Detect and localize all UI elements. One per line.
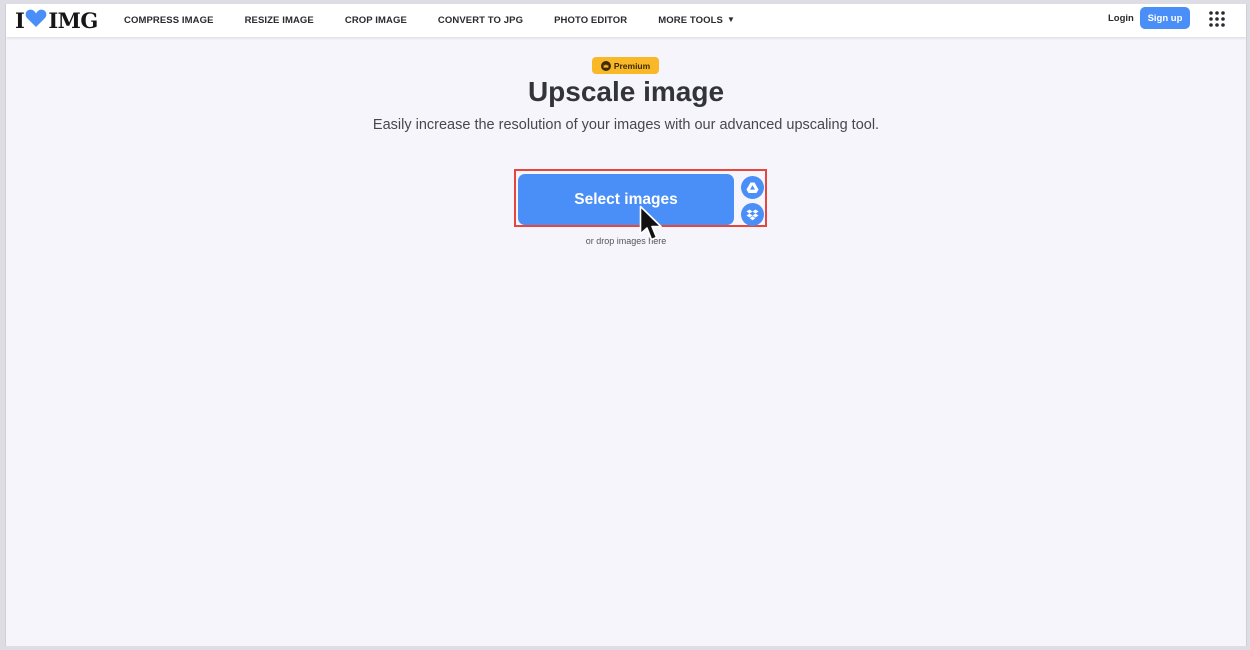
login-link[interactable]: Login bbox=[1108, 13, 1134, 24]
nav-more-tools[interactable]: MORE TOOLS ▼ bbox=[658, 15, 735, 26]
premium-badge-label: Premium bbox=[613, 60, 651, 71]
signup-button[interactable]: Sign up bbox=[1140, 7, 1190, 29]
page-subtitle: Easily increase the resolution of your i… bbox=[372, 117, 880, 133]
heart-icon bbox=[25, 8, 47, 33]
nav-resize-image[interactable]: RESIZE IMAGE bbox=[245, 15, 314, 26]
caret-down-icon: ▼ bbox=[726, 15, 735, 24]
page-title: Upscale image bbox=[527, 76, 725, 107]
dropbox-icon[interactable] bbox=[741, 203, 764, 226]
top-navbar: I IMG COMPRESS IMAGE RESIZE IMAGE CROP I… bbox=[6, 4, 1246, 37]
nav-convert-to-jpg[interactable]: CONVERT TO JPG bbox=[438, 15, 523, 26]
main-nav: COMPRESS IMAGE RESIZE IMAGE CROP IMAGE C… bbox=[124, 4, 735, 37]
logo-text-right: IMG bbox=[48, 7, 98, 33]
select-images-button[interactable]: Select images bbox=[518, 174, 734, 225]
drop-hint: or drop images here bbox=[585, 236, 667, 246]
google-drive-icon[interactable] bbox=[741, 176, 764, 199]
premium-badge: Premium bbox=[592, 57, 659, 74]
iloveimg-logo[interactable]: I IMG bbox=[15, 7, 98, 33]
nav-photo-editor[interactable]: PHOTO EDITOR bbox=[554, 15, 627, 26]
nav-compress-image[interactable]: COMPRESS IMAGE bbox=[124, 15, 214, 26]
logo-text-left: I bbox=[15, 7, 25, 33]
nav-crop-image[interactable]: CROP IMAGE bbox=[345, 15, 407, 26]
crown-icon bbox=[600, 60, 611, 71]
browser-viewport: I IMG COMPRESS IMAGE RESIZE IMAGE CROP I… bbox=[5, 4, 1247, 646]
grid-icon[interactable] bbox=[1208, 10, 1226, 28]
nav-more-tools-label: MORE TOOLS bbox=[658, 15, 723, 26]
